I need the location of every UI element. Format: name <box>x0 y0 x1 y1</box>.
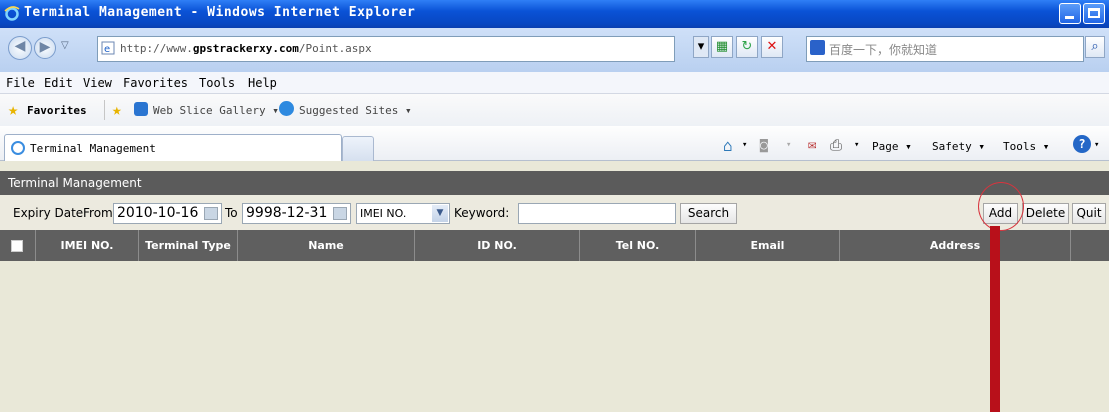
help-icon[interactable]: ? <box>1073 135 1091 153</box>
window-title: Terminal Management - Windows Internet E… <box>24 5 416 20</box>
address-bar: ◀ ▶ ▽ e http://www.gpstrackerxy.com/Poin… <box>0 28 1109 72</box>
minimize-button[interactable] <box>1059 3 1081 24</box>
help-dropdown-icon[interactable]: ▾ <box>1094 140 1099 150</box>
keyword-label: Keyword: <box>454 206 510 220</box>
column-address[interactable]: Address <box>840 230 1071 261</box>
web-slice-icon <box>134 102 148 116</box>
menu-tools[interactable]: Tools <box>199 76 235 90</box>
print-dropdown-icon[interactable]: ▾ <box>854 140 859 150</box>
forward-button[interactable]: ▶ <box>34 37 56 59</box>
page-icon: e <box>101 41 115 55</box>
menu-favorites[interactable]: Favorites <box>123 76 188 90</box>
menu-view[interactable]: View <box>83 76 112 90</box>
search-field[interactable]: 百度一下，你就知道 <box>806 36 1084 62</box>
search-placeholder: 百度一下，你就知道 <box>829 43 938 57</box>
column-terminal-type[interactable]: Terminal Type <box>139 230 238 261</box>
column-extra <box>1071 230 1109 261</box>
url-dropdown-icon[interactable]: ▾ <box>693 36 709 58</box>
quit-button[interactable]: Quit <box>1072 203 1106 224</box>
favorites-bar: ★ Favorites ★ Web Slice Gallery ▾ Sugges… <box>0 94 1109 126</box>
filter-bar: Expiry Date From 2010-10-16 To 9998-12-3… <box>0 195 1109 230</box>
url-field[interactable]: e http://www.gpstrackerxy.com/Point.aspx <box>97 36 675 62</box>
menu-help[interactable]: Help <box>248 76 277 90</box>
compatibility-view-icon[interactable]: ▦ <box>711 36 733 58</box>
select-all-checkbox[interactable] <box>11 240 23 252</box>
refresh-icon[interactable]: ↻ <box>736 36 758 58</box>
feeds-icon[interactable]: ◙ <box>760 138 768 153</box>
favorites-star-icon: ★ <box>8 100 19 120</box>
suggested-sites-link[interactable]: Suggested Sites ▾ <box>299 104 412 117</box>
feeds-dropdown-icon[interactable]: ▾ <box>786 140 791 150</box>
baidu-icon <box>810 40 825 55</box>
field-select[interactable]: IMEI NO. ▼ <box>356 203 450 224</box>
tab-terminal-management[interactable]: Terminal Management <box>4 134 342 161</box>
delete-button[interactable]: Delete <box>1022 203 1069 224</box>
grid-body <box>0 261 1109 412</box>
url-path: /Point.aspx <box>298 42 372 55</box>
web-slice-gallery-link[interactable]: Web Slice Gallery ▾ <box>153 104 279 117</box>
svg-text:e: e <box>104 44 110 55</box>
home-dropdown-icon[interactable]: ▾ <box>742 140 747 150</box>
tab-bar: Terminal Management ⌂ ▾ ◙ ▾ ✉ ⎙ ▾ Page ▾… <box>0 126 1109 161</box>
url-domain: gpstrackerxy.com <box>192 42 299 55</box>
from-date-field[interactable]: 2010-10-16 <box>113 203 222 224</box>
column-name[interactable]: Name <box>238 230 415 261</box>
page-header: Terminal Management <box>0 171 1109 195</box>
add-favorites-icon[interactable]: ★ <box>112 100 122 119</box>
home-icon[interactable]: ⌂ <box>723 136 733 155</box>
menu-edit[interactable]: Edit <box>44 76 73 90</box>
menu-bar: File Edit View Favorites Tools Help <box>0 72 1109 94</box>
column-id-no[interactable]: ID NO. <box>415 230 580 261</box>
page-menu[interactable]: Page ▾ <box>872 140 912 153</box>
back-button[interactable]: ◀ <box>8 36 32 60</box>
tab-title: Terminal Management <box>30 142 156 155</box>
field-select-value: IMEI NO. <box>360 207 407 220</box>
ie-page-icon <box>11 141 25 155</box>
calendar-icon[interactable] <box>333 207 347 220</box>
from-label: From <box>83 206 113 220</box>
to-date-field[interactable]: 9998-12-31 <box>242 203 351 224</box>
safety-menu[interactable]: Safety ▾ <box>932 140 985 153</box>
print-icon[interactable]: ⎙ <box>830 136 842 154</box>
add-button[interactable]: Add <box>983 203 1018 224</box>
recent-pages-dropdown-icon[interactable]: ▽ <box>61 40 69 51</box>
from-date-value: 2010-10-16 <box>117 205 199 221</box>
menu-file[interactable]: File <box>6 76 35 90</box>
search-icon[interactable]: ⌕ <box>1085 36 1105 58</box>
chevron-down-icon[interactable]: ▼ <box>432 205 448 222</box>
tools-menu[interactable]: Tools ▾ <box>1003 140 1049 153</box>
column-email[interactable]: Email <box>696 230 840 261</box>
calendar-icon[interactable] <box>204 207 218 220</box>
column-tel-no[interactable]: Tel NO. <box>580 230 696 261</box>
separator <box>104 100 105 120</box>
new-tab-button[interactable] <box>342 136 374 161</box>
mail-icon[interactable]: ✉ <box>808 137 816 153</box>
window-title-bar: Terminal Management - Windows Internet E… <box>0 0 1109 28</box>
url-prefix: http://www. <box>120 42 193 55</box>
to-date-value: 9998-12-31 <box>246 205 328 221</box>
expiry-date-label: Expiry Date <box>13 206 84 220</box>
ie-logo-icon <box>4 6 20 21</box>
search-button[interactable]: Search <box>680 203 737 224</box>
column-imei[interactable]: IMEI NO. <box>36 230 139 261</box>
to-label: To <box>225 206 238 220</box>
page-title: Terminal Management <box>8 176 142 190</box>
stop-icon[interactable]: ✕ <box>761 36 783 58</box>
suggested-sites-icon <box>279 101 294 116</box>
grid-header: IMEI NO. Terminal Type Name ID NO. Tel N… <box>0 230 1109 261</box>
favorites-button[interactable]: Favorites <box>27 104 87 117</box>
maximize-button[interactable] <box>1083 3 1105 24</box>
keyword-input[interactable] <box>518 203 676 224</box>
